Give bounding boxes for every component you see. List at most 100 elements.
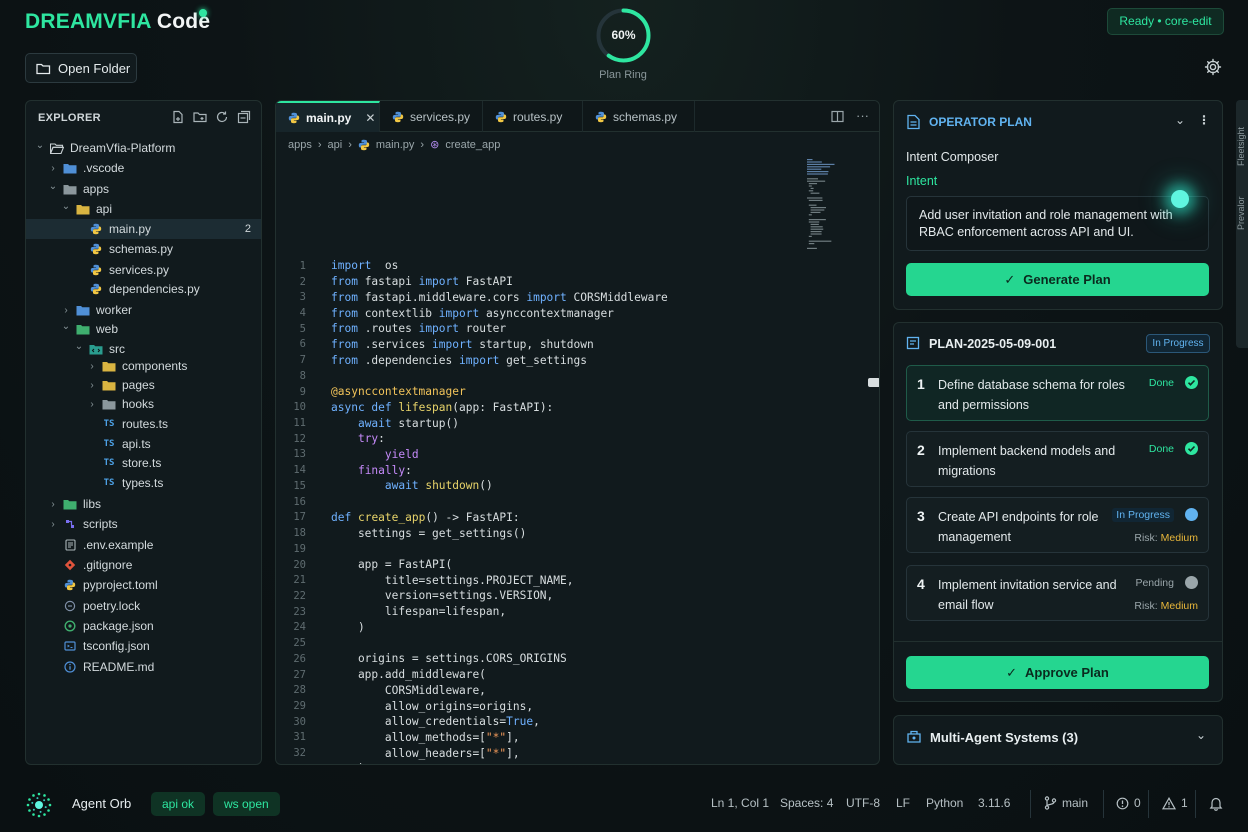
code-line[interactable]: 8 xyxy=(276,368,306,384)
code-line[interactable]: 11 await startup() xyxy=(276,415,459,431)
code-line[interactable]: 7 from .dependencies import get_settings xyxy=(276,352,587,368)
chevron-right-icon[interactable]: › xyxy=(86,361,98,372)
errors-count[interactable]: 0 xyxy=(1116,796,1141,810)
chevron-down-icon[interactable]: ⌄ xyxy=(60,201,72,212)
code-line[interactable]: 18 settings = get_settings() xyxy=(276,525,526,541)
close-icon[interactable]: ✕ xyxy=(365,111,375,125)
chevron-down-icon[interactable]: ⌄ xyxy=(1175,113,1185,127)
side-rail-label[interactable]: Prevalor xyxy=(1236,186,1248,230)
code-line[interactable]: 28 CORSMiddleware, xyxy=(276,682,486,698)
code-line[interactable]: 2 from fastapi import FastAPI xyxy=(276,274,513,290)
code-line[interactable]: 17 def create_app() -> FastAPI: xyxy=(276,510,519,526)
side-rail[interactable]: Fleetsight Prevalor xyxy=(1236,100,1248,348)
warnings-count[interactable]: 1 xyxy=(1162,796,1188,810)
chevron-down-icon[interactable]: ⌄ xyxy=(60,321,72,332)
code-line[interactable]: 31 allow_methods=["*"], xyxy=(276,730,519,746)
approve-plan-button[interactable]: ✓ Approve Plan xyxy=(906,656,1209,689)
tree-folder[interactable]: › worker xyxy=(26,300,261,320)
bell-icon[interactable] xyxy=(1209,796,1223,811)
code-line[interactable]: 22 version=settings.VERSION, xyxy=(276,588,553,604)
breadcrumb-item[interactable]: apps xyxy=(288,139,312,151)
tree-file[interactable]: package.json xyxy=(26,616,261,636)
generate-plan-button[interactable]: ✓ Generate Plan xyxy=(906,263,1209,296)
tree-file[interactable]: TS api.ts xyxy=(26,434,261,454)
refresh-icon[interactable] xyxy=(215,110,229,124)
encoding[interactable]: UTF-8 xyxy=(846,796,880,810)
plan-step[interactable]: 1 Define database schema for roles and pe… xyxy=(906,365,1209,421)
tree-file[interactable]: README.md xyxy=(26,657,261,677)
open-folder-button[interactable]: Open Folder xyxy=(25,53,137,83)
plan-step[interactable]: 2 Implement backend models and migrations… xyxy=(906,431,1209,487)
code-line[interactable]: 21 title=settings.PROJECT_NAME, xyxy=(276,572,573,588)
code-line[interactable]: 14 finally: xyxy=(276,462,412,478)
tree-folder[interactable]: ⌄ api xyxy=(26,199,261,219)
tree-file[interactable]: main.py 2 xyxy=(26,219,261,239)
code-line[interactable]: 19 xyxy=(276,541,306,557)
python-version[interactable]: 3.11.6 xyxy=(978,796,1010,810)
split-editor-icon[interactable] xyxy=(831,110,844,123)
code-line[interactable]: 25 xyxy=(276,635,306,651)
tree-folder[interactable]: ⌄ web xyxy=(26,319,261,339)
chevron-right-icon[interactable]: › xyxy=(86,399,98,410)
code-line[interactable]: 4 from contextlib import asynccontextmana… xyxy=(276,305,614,321)
chevron-right-icon[interactable]: › xyxy=(60,305,72,316)
tree-file[interactable]: poetry.lock xyxy=(26,596,261,616)
code-line[interactable]: 15 await shutdown() xyxy=(276,478,492,494)
minimap[interactable] xyxy=(806,157,842,252)
tree-file[interactable]: TS routes.ts xyxy=(26,414,261,434)
code-line[interactable]: 16 xyxy=(276,494,306,510)
plan-step[interactable]: 3 Create API endpoints for role managemen… xyxy=(906,497,1209,553)
git-branch[interactable]: main xyxy=(1044,796,1088,810)
tree-file[interactable]: .env.example xyxy=(26,535,261,555)
code-line[interactable]: 10 async def lifespan(app: FastAPI): xyxy=(276,399,553,415)
chevron-right-icon[interactable]: › xyxy=(47,499,59,510)
line-ending[interactable]: LF xyxy=(896,796,910,810)
tree-file[interactable]: TS types.ts xyxy=(26,473,261,493)
tree-file[interactable]: .gitignore xyxy=(26,555,261,575)
side-rail-label[interactable]: Fleetsight xyxy=(1236,126,1248,166)
code-line[interactable]: 27 app.add_middleware( xyxy=(276,667,486,683)
tree-file[interactable]: services.py xyxy=(26,260,261,280)
plan-step[interactable]: 4 Implement invitation service and email … xyxy=(906,565,1209,621)
code-line[interactable]: 1 import os xyxy=(276,258,399,274)
chevron-right-icon[interactable]: › xyxy=(86,380,98,391)
code-line[interactable]: 9 @asynccontextmanager xyxy=(276,384,466,400)
code-line[interactable]: 23 lifespan=lifespan, xyxy=(276,604,506,620)
tree-folder[interactable]: › .vscode xyxy=(26,158,261,178)
collapse-all-icon[interactable] xyxy=(237,110,251,124)
chevron-down-icon[interactable]: ⌄ xyxy=(1196,728,1206,742)
code-line[interactable]: 32 allow_headers=["*"], xyxy=(276,745,519,761)
chevron-right-icon[interactable]: › xyxy=(47,519,59,530)
tree-folder[interactable]: › components xyxy=(26,356,261,376)
code-line[interactable]: 6 from .services import startup, shutdown xyxy=(276,337,594,353)
code-line[interactable]: 13 yield xyxy=(276,447,418,463)
gear-icon[interactable] xyxy=(1204,58,1222,76)
new-file-icon[interactable] xyxy=(171,110,185,124)
more-actions-icon[interactable]: ··· xyxy=(856,109,869,123)
scrollbar-thumb[interactable] xyxy=(868,378,879,387)
tree-file[interactable]: dependencies.py xyxy=(26,279,261,299)
tab-schemas-py[interactable]: schemas.py xyxy=(583,101,695,132)
tree-file[interactable]: pyproject.toml xyxy=(26,575,261,595)
tree-folder[interactable]: › scripts xyxy=(26,514,261,534)
code-line[interactable]: 20 app = FastAPI( xyxy=(276,557,452,573)
tree-file[interactable]: TS store.ts xyxy=(26,453,261,473)
tree-folder[interactable]: ⌄ apps xyxy=(26,179,261,199)
chevron-right-icon[interactable]: › xyxy=(47,163,59,174)
new-folder-icon[interactable] xyxy=(193,110,207,124)
code-line[interactable]: 3 from fastapi.middleware.cors import COR… xyxy=(276,289,668,305)
agent-orb-icon[interactable] xyxy=(24,790,54,820)
tab-services-py[interactable]: services.py xyxy=(380,101,483,132)
code-line[interactable]: 24 ) xyxy=(276,620,364,636)
tree-folder[interactable]: › hooks xyxy=(26,394,261,414)
breadcrumb-item[interactable]: create_app xyxy=(445,139,500,151)
code-line[interactable]: 30 allow_credentials=True, xyxy=(276,714,539,730)
tab-routes-py[interactable]: routes.py xyxy=(483,101,583,132)
multi-agent-systems-panel[interactable]: Multi-Agent Systems (3) ⌄ xyxy=(893,715,1223,765)
indent-setting[interactable]: Spaces: 4 xyxy=(780,796,833,810)
breadcrumb-item[interactable]: main.py xyxy=(376,139,415,151)
breadcrumb-item[interactable]: api xyxy=(328,139,343,151)
code-line[interactable]: 29 allow_origins=origins, xyxy=(276,698,533,714)
code-line[interactable]: 5 from .routes import router xyxy=(276,321,506,337)
code-line[interactable]: 33 ) xyxy=(276,761,364,764)
